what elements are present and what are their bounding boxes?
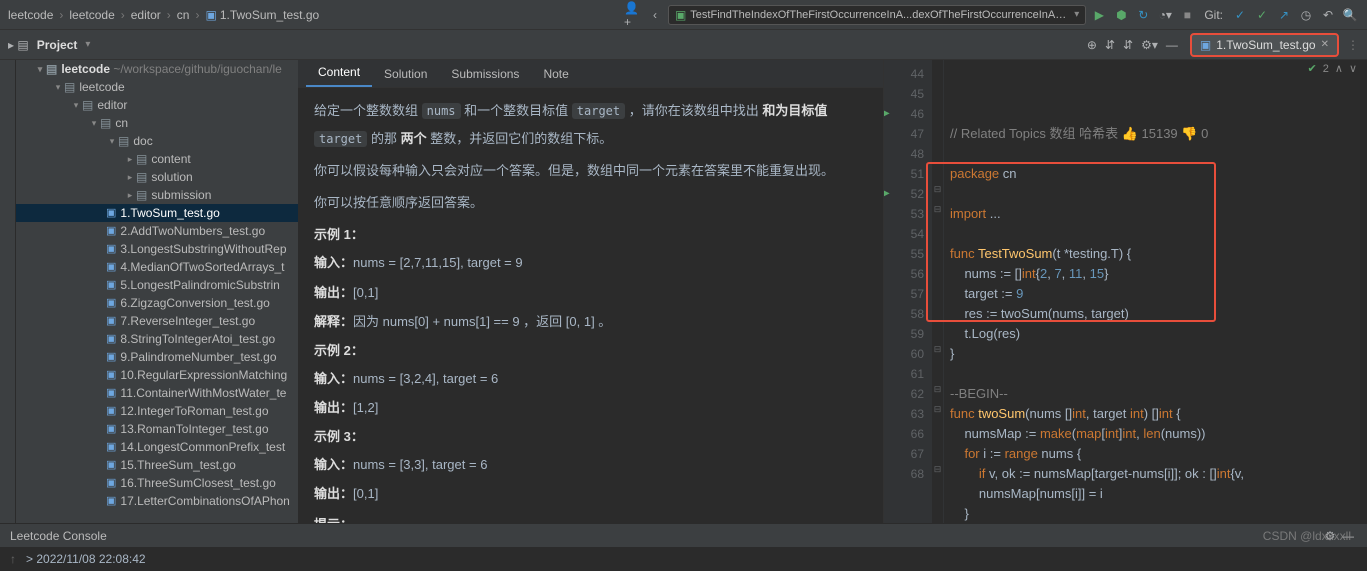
run-config-label: TestFindTheIndexOfTheFirstOccurrenceInA.…: [690, 9, 1070, 21]
add-user-icon[interactable]: 👤+: [624, 6, 642, 24]
tree-file[interactable]: ▣4.MedianOfTwoSortedArrays_t: [16, 258, 298, 276]
collapse-icon[interactable]: ⇵: [1123, 38, 1133, 52]
breadcrumb-file[interactable]: ▣1.TwoSum_test.go: [205, 8, 319, 22]
console-title: Leetcode Console: [10, 529, 107, 543]
code-editor[interactable]: ✔2 ∧∨ 444546▶47485152▶535455565758596061…: [884, 60, 1367, 523]
editor-tab-label: 1.TwoSum_test.go: [1216, 38, 1315, 52]
chevron-down-icon[interactable]: ▾: [85, 39, 90, 50]
git-label: Git:: [1204, 8, 1223, 22]
run-config-selector[interactable]: ▣ TestFindTheIndexOfTheFirstOccurrenceIn…: [668, 5, 1086, 25]
breadcrumb-item[interactable]: cn: [177, 8, 190, 22]
tree-folder[interactable]: ▾▤cn: [16, 114, 298, 132]
gutter[interactable]: 444546▶47485152▶535455565758596061626366…: [884, 60, 932, 523]
tree-folder[interactable]: ▾▤doc: [16, 132, 298, 150]
project-tree[interactable]: ▾▤leetcode ~/workspace/github/iguochan/l…: [16, 60, 298, 523]
tree-file[interactable]: ▣7.ReverseInteger_test.go: [16, 312, 298, 330]
left-strip[interactable]: [0, 60, 16, 523]
console-output[interactable]: ↑ > 2022/11/08 22:08:42: [0, 547, 1367, 571]
profiler-icon[interactable]: ◔▾: [1156, 6, 1174, 24]
chevron-down-icon: ▾: [1074, 9, 1079, 20]
scroll-top-icon[interactable]: ↑: [10, 552, 16, 566]
tab-note[interactable]: Note: [531, 61, 580, 87]
close-icon[interactable]: ✕: [1321, 39, 1329, 50]
tree-file[interactable]: ▣2.AddTwoNumbers_test.go: [16, 222, 298, 240]
debug-icon[interactable]: ⬢: [1112, 6, 1130, 24]
tree-folder[interactable]: ▾▤leetcode: [16, 78, 298, 96]
stop-icon[interactable]: ■: [1178, 6, 1196, 24]
fold-column[interactable]: ⊟⊟⊟⊟⊟⊟: [932, 60, 944, 523]
hide-icon[interactable]: —: [1166, 38, 1178, 52]
tree-file[interactable]: ▣13.RomanToInteger_test.go: [16, 420, 298, 438]
code-area[interactable]: // Related Topics 数组 哈希表 👍 15139 👎 0 pac…: [944, 60, 1367, 523]
git-update-icon[interactable]: ✓: [1231, 6, 1249, 24]
tree-folder[interactable]: ▸▤content: [16, 150, 298, 168]
watermark: CSDN @ldxxxxll: [1263, 529, 1351, 543]
tree-file[interactable]: ▣3.LongestSubstringWithoutRep: [16, 240, 298, 258]
tree-file[interactable]: ▣15.ThreeSum_test.go: [16, 456, 298, 474]
tree-root[interactable]: ▾▤leetcode ~/workspace/github/iguochan/l…: [16, 60, 298, 78]
breadcrumb-item[interactable]: leetcode: [8, 8, 53, 22]
tab-solution[interactable]: Solution: [372, 61, 439, 87]
tab-submissions[interactable]: Submissions: [439, 61, 531, 87]
search-icon[interactable]: 🔍: [1341, 6, 1359, 24]
problem-content[interactable]: 给定一个整数数组 nums 和一个整数目标值 target ，请你在该数组中找出…: [298, 88, 883, 523]
tree-file[interactable]: ▣14.LongestCommonPrefix_test: [16, 438, 298, 456]
console-tab-bar[interactable]: Leetcode Console ⚙ —: [0, 523, 1367, 547]
tree-file[interactable]: ▣16.ThreeSumClosest_test.go: [16, 474, 298, 492]
problem-panel: Content Solution Submissions Note 给定一个整数…: [298, 60, 884, 523]
tree-file-selected[interactable]: ▣1.TwoSum_test.go: [16, 204, 298, 222]
locate-icon[interactable]: ⊕: [1087, 38, 1097, 52]
settings-icon[interactable]: ⚙▾: [1141, 38, 1158, 52]
tree-file[interactable]: ▣5.LongestPalindromicSubstrin: [16, 276, 298, 294]
tree-file[interactable]: ▣6.ZigzagConversion_test.go: [16, 294, 298, 312]
menu-icon[interactable]: ⋮: [1347, 38, 1359, 52]
project-toolbar: ▸ ▤ Project ▾ ⊕ ⇵ ⇵ ⚙▾ — ▣ 1.TwoSum_test…: [0, 30, 1367, 60]
rollback-icon[interactable]: ↶: [1319, 6, 1337, 24]
console-line: > 2022/11/08 22:08:42: [26, 552, 146, 566]
tree-folder[interactable]: ▸▤solution: [16, 168, 298, 186]
tab-content[interactable]: Content: [306, 59, 372, 87]
git-push-icon[interactable]: ↗: [1275, 6, 1293, 24]
tree-folder[interactable]: ▾▤editor: [16, 96, 298, 114]
tree-file[interactable]: ▣17.LetterCombinationsOfAPhon: [16, 492, 298, 510]
run-icon[interactable]: ▶: [1090, 6, 1108, 24]
tree-file[interactable]: ▣12.IntegerToRoman_test.go: [16, 402, 298, 420]
editor-tab-active[interactable]: ▣ 1.TwoSum_test.go ✕: [1190, 33, 1339, 57]
breadcrumb-item[interactable]: leetcode: [69, 8, 114, 22]
main-area: ▾▤leetcode ~/workspace/github/iguochan/l…: [0, 60, 1367, 523]
history-icon[interactable]: ◷: [1297, 6, 1315, 24]
project-panel-title: Project: [37, 38, 78, 52]
expand-icon[interactable]: ⇵: [1105, 38, 1115, 52]
folder-icon: ▸ ▤: [8, 38, 29, 52]
coverage-icon[interactable]: ↻: [1134, 6, 1152, 24]
chevron-left-icon[interactable]: ‹: [646, 6, 664, 24]
tree-file[interactable]: ▣8.StringToIntegerAtoi_test.go: [16, 330, 298, 348]
breadcrumb-item[interactable]: editor: [131, 8, 161, 22]
content-tabs: Content Solution Submissions Note: [298, 60, 883, 88]
tree-folder[interactable]: ▸▤submission: [16, 186, 298, 204]
tree-file[interactable]: ▣9.PalindromeNumber_test.go: [16, 348, 298, 366]
tree-file[interactable]: ▣11.ContainerWithMostWater_te: [16, 384, 298, 402]
git-commit-icon[interactable]: ✓: [1253, 6, 1271, 24]
tree-file[interactable]: ▣10.RegularExpressionMatching: [16, 366, 298, 384]
top-toolbar: leetcode› leetcode› editor› cn› ▣1.TwoSu…: [0, 0, 1367, 30]
